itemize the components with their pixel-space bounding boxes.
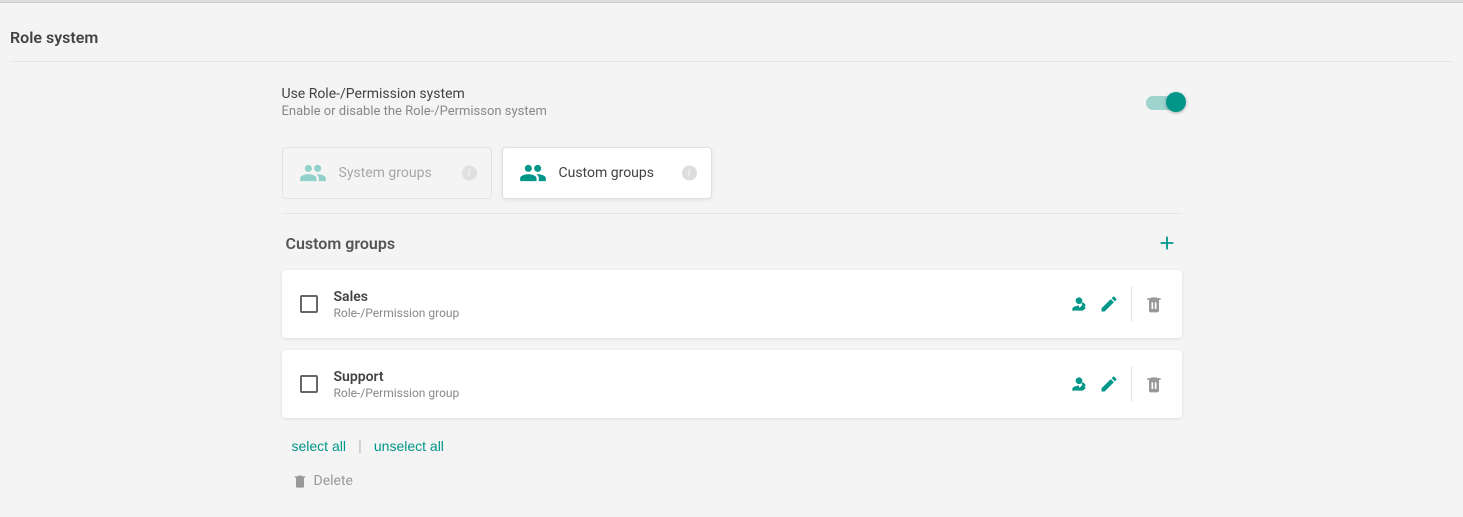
group-subtitle: Role-/Permission group <box>334 386 1069 400</box>
tab-system-groups[interactable]: System groups i <box>282 147 492 199</box>
edit-members-button[interactable] <box>1069 374 1089 394</box>
page-title: Role system <box>0 3 1463 61</box>
toggle-text: Use Role-/Permission system Enable or di… <box>282 86 547 119</box>
delete-label: Delete <box>314 473 353 489</box>
users-icon <box>299 162 327 184</box>
group-actions <box>1069 286 1164 322</box>
edit-members-button[interactable] <box>1069 294 1089 314</box>
action-divider <box>1131 366 1132 402</box>
role-system-toggle-row: Use Role-/Permission system Enable or di… <box>282 86 1182 119</box>
toggle-subtitle: Enable or disable the Role-/Permisson sy… <box>282 104 547 119</box>
tab-label: Custom groups <box>559 165 655 181</box>
add-group-button[interactable] <box>1156 232 1178 254</box>
group-info[interactable]: Support Role-/Permission group <box>334 369 1069 400</box>
group-subtitle: Role-/Permission group <box>334 306 1069 320</box>
bulk-delete-button[interactable]: Delete <box>282 473 1182 489</box>
group-tabs: System groups i Custom groups i <box>282 147 1182 199</box>
info-icon[interactable]: i <box>682 166 697 181</box>
edit-button[interactable] <box>1099 294 1119 314</box>
group-name: Sales <box>334 289 1069 305</box>
group-row-sales: Sales Role-/Permission group <box>282 270 1182 338</box>
role-system-toggle[interactable] <box>1146 96 1182 110</box>
delete-button[interactable] <box>1144 294 1164 314</box>
tab-label: System groups <box>339 165 432 181</box>
section-title: Custom groups <box>286 234 396 253</box>
selection-actions: select all | unselect all <box>282 436 1182 455</box>
checkbox[interactable] <box>300 295 318 313</box>
content-area: Use Role-/Permission system Enable or di… <box>282 62 1182 513</box>
toggle-title: Use Role-/Permission system <box>282 86 547 102</box>
select-all-button[interactable]: select all <box>292 438 346 454</box>
unselect-all-button[interactable]: unselect all <box>374 438 444 454</box>
tab-custom-groups[interactable]: Custom groups i <box>502 147 712 199</box>
separator: | <box>358 436 362 455</box>
group-name: Support <box>334 369 1069 385</box>
edit-button[interactable] <box>1099 374 1119 394</box>
checkbox[interactable] <box>300 375 318 393</box>
delete-button[interactable] <box>1144 374 1164 394</box>
users-icon <box>519 162 547 184</box>
group-info[interactable]: Sales Role-/Permission group <box>334 289 1069 320</box>
action-divider <box>1131 286 1132 322</box>
section-header: Custom groups <box>282 232 1182 254</box>
toggle-knob <box>1166 92 1186 112</box>
section-divider <box>282 213 1182 214</box>
group-row-support: Support Role-/Permission group <box>282 350 1182 418</box>
trash-icon <box>292 473 308 489</box>
group-actions <box>1069 366 1164 402</box>
info-icon[interactable]: i <box>462 166 477 181</box>
